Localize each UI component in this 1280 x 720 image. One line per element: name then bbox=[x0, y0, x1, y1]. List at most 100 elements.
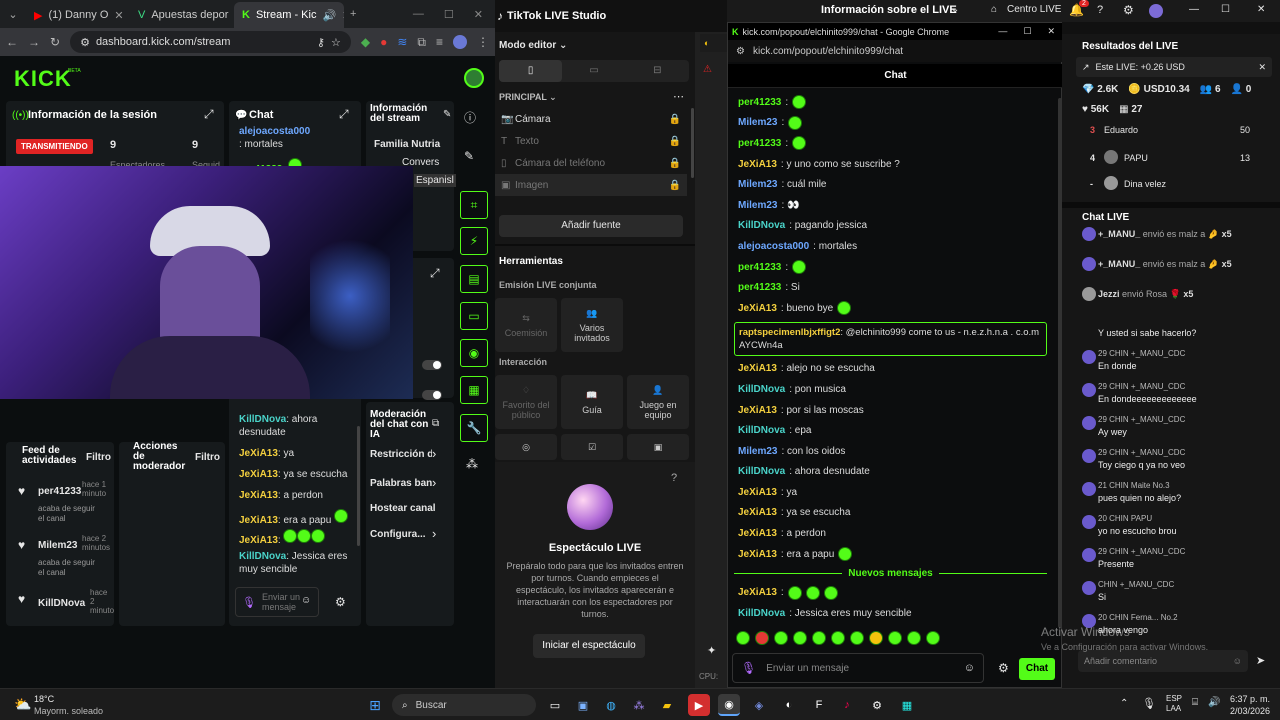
section-principal[interactable]: PRINCIPAL ⌄ bbox=[499, 92, 557, 103]
multi-guest-button[interactable]: 👥 Varios invitados bbox=[561, 298, 623, 352]
mod-menu-item[interactable]: Palabras ban bbox=[370, 478, 432, 489]
clock-date[interactable]: 2/03/2026 bbox=[1222, 706, 1270, 716]
toggle-switch[interactable] bbox=[422, 360, 442, 370]
capture-icon[interactable]: ⌗ bbox=[460, 191, 488, 219]
wrench-icon[interactable]: 🔧 bbox=[460, 414, 488, 442]
emoji-icon[interactable]: ☺ bbox=[964, 662, 983, 674]
close-icon[interactable]: ✕ bbox=[114, 9, 123, 22]
chat-username[interactable]: JeXiA13 bbox=[738, 363, 777, 374]
chat-username[interactable]: alejoacosta000 bbox=[738, 241, 809, 252]
app-red-icon[interactable]: ▶ bbox=[688, 694, 710, 716]
settings-gear-icon[interactable]: ⚙ bbox=[1123, 3, 1134, 17]
minimize-icon[interactable]: — bbox=[1189, 4, 1199, 15]
chevron-up-icon[interactable]: ⌃ bbox=[1120, 698, 1128, 709]
feed-filter-button[interactable]: Filtro bbox=[86, 452, 111, 463]
chat-username[interactable]: per41233 bbox=[738, 262, 781, 273]
lock-icon[interactable]: 🔒 bbox=[669, 180, 687, 191]
lock-icon[interactable]: 🔒 bbox=[669, 114, 687, 125]
language-indicator[interactable]: ESP LAA bbox=[1166, 694, 1182, 714]
kick-logo[interactable]: KICK bbox=[14, 66, 72, 92]
gift-user[interactable]: Jezzi bbox=[1098, 289, 1120, 299]
extension-wave-icon[interactable]: ≋ bbox=[397, 35, 407, 49]
ranking-row[interactable]: 3 Eduardo 50 bbox=[1082, 124, 1272, 150]
settings-gear-icon[interactable]: ⚙ bbox=[866, 694, 888, 716]
mode-selector[interactable]: Modo editor ⌄ bbox=[499, 40, 567, 51]
help-icon[interactable]: ? bbox=[671, 472, 677, 484]
chevron-down-icon[interactable]: ⌄ bbox=[951, 4, 959, 15]
volume-icon[interactable]: 🔊 bbox=[1208, 697, 1220, 708]
emote-icon[interactable] bbox=[793, 631, 807, 645]
tab-menu-icon[interactable]: ⌄ bbox=[0, 8, 26, 21]
emote-icon[interactable] bbox=[888, 631, 902, 645]
feed-username[interactable]: KillDNova bbox=[38, 598, 85, 609]
chat-username[interactable]: KillDNova bbox=[239, 551, 286, 562]
lock-icon[interactable]: 🔒 bbox=[669, 136, 687, 147]
teams-icon[interactable]: ▣ bbox=[572, 694, 594, 716]
magic-icon[interactable]: ✦ bbox=[707, 644, 716, 657]
more-options-icon[interactable]: ⋯ bbox=[673, 90, 684, 103]
edge-icon[interactable]: ◍ bbox=[600, 694, 622, 716]
close-window-icon[interactable]: ✕ bbox=[474, 8, 483, 21]
landscape-icon[interactable]: ▭ bbox=[562, 60, 625, 82]
send-chat-button[interactable]: Chat bbox=[1019, 658, 1055, 680]
new-messages-divider[interactable]: Nuevos mensajes bbox=[728, 564, 1053, 582]
live-info-title[interactable]: Información sobre el LIVE bbox=[821, 4, 957, 16]
weather-temp[interactable]: 18°C bbox=[34, 694, 54, 704]
gift-user[interactable]: +_MANU_ bbox=[1098, 229, 1140, 239]
add-source-button[interactable]: Añadir fuente bbox=[499, 215, 683, 237]
chat-username[interactable]: Milem23 bbox=[738, 179, 777, 190]
back-icon[interactable]: ← bbox=[6, 35, 18, 49]
chat-username[interactable]: KillDNova bbox=[738, 220, 785, 231]
chat-username[interactable]: raptspecimenlbjxffigt2 bbox=[739, 327, 840, 338]
browser-tab-kick[interactable]: K Stream - Kic 🔊 ✕ bbox=[234, 2, 344, 28]
chat-username[interactable]: JeXiA13 bbox=[239, 469, 278, 480]
lightning-icon[interactable]: ⚡ bbox=[460, 227, 488, 255]
mod-menu-item[interactable]: Hostear canal bbox=[370, 503, 436, 514]
comment-user-badges[interactable]: 21 CHIN Maite No.3 bbox=[1098, 481, 1274, 493]
feed-username[interactable]: Milem23 bbox=[38, 540, 77, 551]
lock-layout-icon[interactable]: ⊟ bbox=[626, 60, 689, 82]
emote-icon[interactable] bbox=[774, 631, 788, 645]
chat-username[interactable]: JeXiA13 bbox=[239, 515, 278, 526]
app-cyan-icon[interactable]: ▦ bbox=[896, 694, 918, 716]
chat-username[interactable]: KillDNova bbox=[738, 608, 785, 619]
chevron-right-icon[interactable]: › bbox=[432, 446, 436, 461]
settings-gear-icon[interactable]: ⚙ bbox=[335, 595, 346, 609]
emote-icon[interactable] bbox=[869, 631, 883, 645]
chat-username[interactable]: JeXiA13 bbox=[239, 448, 278, 459]
weather-desc[interactable]: Mayorm. soleado bbox=[34, 706, 103, 716]
emote-icon[interactable] bbox=[736, 631, 750, 645]
emote-icon[interactable] bbox=[812, 631, 826, 645]
emote-icon[interactable] bbox=[755, 631, 769, 645]
chat-username[interactable]: alejoacosta000 bbox=[239, 126, 310, 137]
tiktok-icon[interactable]: ♪ bbox=[836, 694, 858, 716]
teams-chat-icon[interactable]: ⁂ bbox=[628, 694, 650, 716]
mic-icon[interactable]: 🎙 bbox=[242, 596, 256, 609]
settings-gear-icon[interactable]: ⚙ bbox=[998, 661, 1009, 675]
minimize-icon[interactable]: — bbox=[413, 8, 424, 21]
pen-icon[interactable]: ✎ bbox=[464, 149, 474, 163]
portrait-icon[interactable]: ▯ bbox=[499, 60, 563, 82]
comment-user-badges[interactable]: 29 CHIN +_MANU_CDC bbox=[1098, 349, 1274, 361]
popout-icon[interactable]: ⤢ bbox=[430, 266, 440, 281]
comment-user-badges[interactable]: 20 CHIN Ferna... No.2 bbox=[1098, 613, 1274, 625]
document-icon[interactable]: ▤ bbox=[460, 265, 488, 293]
chat-username[interactable]: KillDNova bbox=[239, 414, 286, 425]
obs-icon[interactable]: ◐ bbox=[778, 694, 800, 716]
maximize-icon[interactable]: ☐ bbox=[1023, 26, 1031, 37]
emoji-icon[interactable]: ☺ bbox=[301, 595, 311, 606]
comment-user-badges[interactable]: 29 CHIN +_MANU_CDC bbox=[1098, 547, 1274, 559]
extension-red-icon[interactable]: ● bbox=[380, 35, 387, 49]
popout-icon[interactable]: ⤢ bbox=[339, 107, 349, 122]
chat-username[interactable]: JeXiA13 bbox=[738, 159, 777, 170]
start-show-button[interactable]: Iniciar el espectáculo bbox=[533, 634, 645, 658]
ranking-row[interactable]: 4 PAPU 13 bbox=[1082, 150, 1272, 176]
popout-icon[interactable]: ⤢ bbox=[204, 107, 214, 122]
minimize-icon[interactable]: — bbox=[998, 26, 1007, 37]
source-item[interactable]: ▣ Imagen 🔒 bbox=[495, 174, 687, 196]
file-explorer-icon[interactable]: ▰ bbox=[656, 694, 678, 716]
comment-user-badges[interactable]: CHIN +_MANU_CDC bbox=[1098, 580, 1274, 592]
site-info-icon[interactable]: ⚙ bbox=[736, 46, 745, 57]
browser-tab-apuestas[interactable]: V Apuestas depor ✕ bbox=[130, 2, 234, 28]
mic-icon[interactable]: 🎙 bbox=[1142, 697, 1156, 710]
